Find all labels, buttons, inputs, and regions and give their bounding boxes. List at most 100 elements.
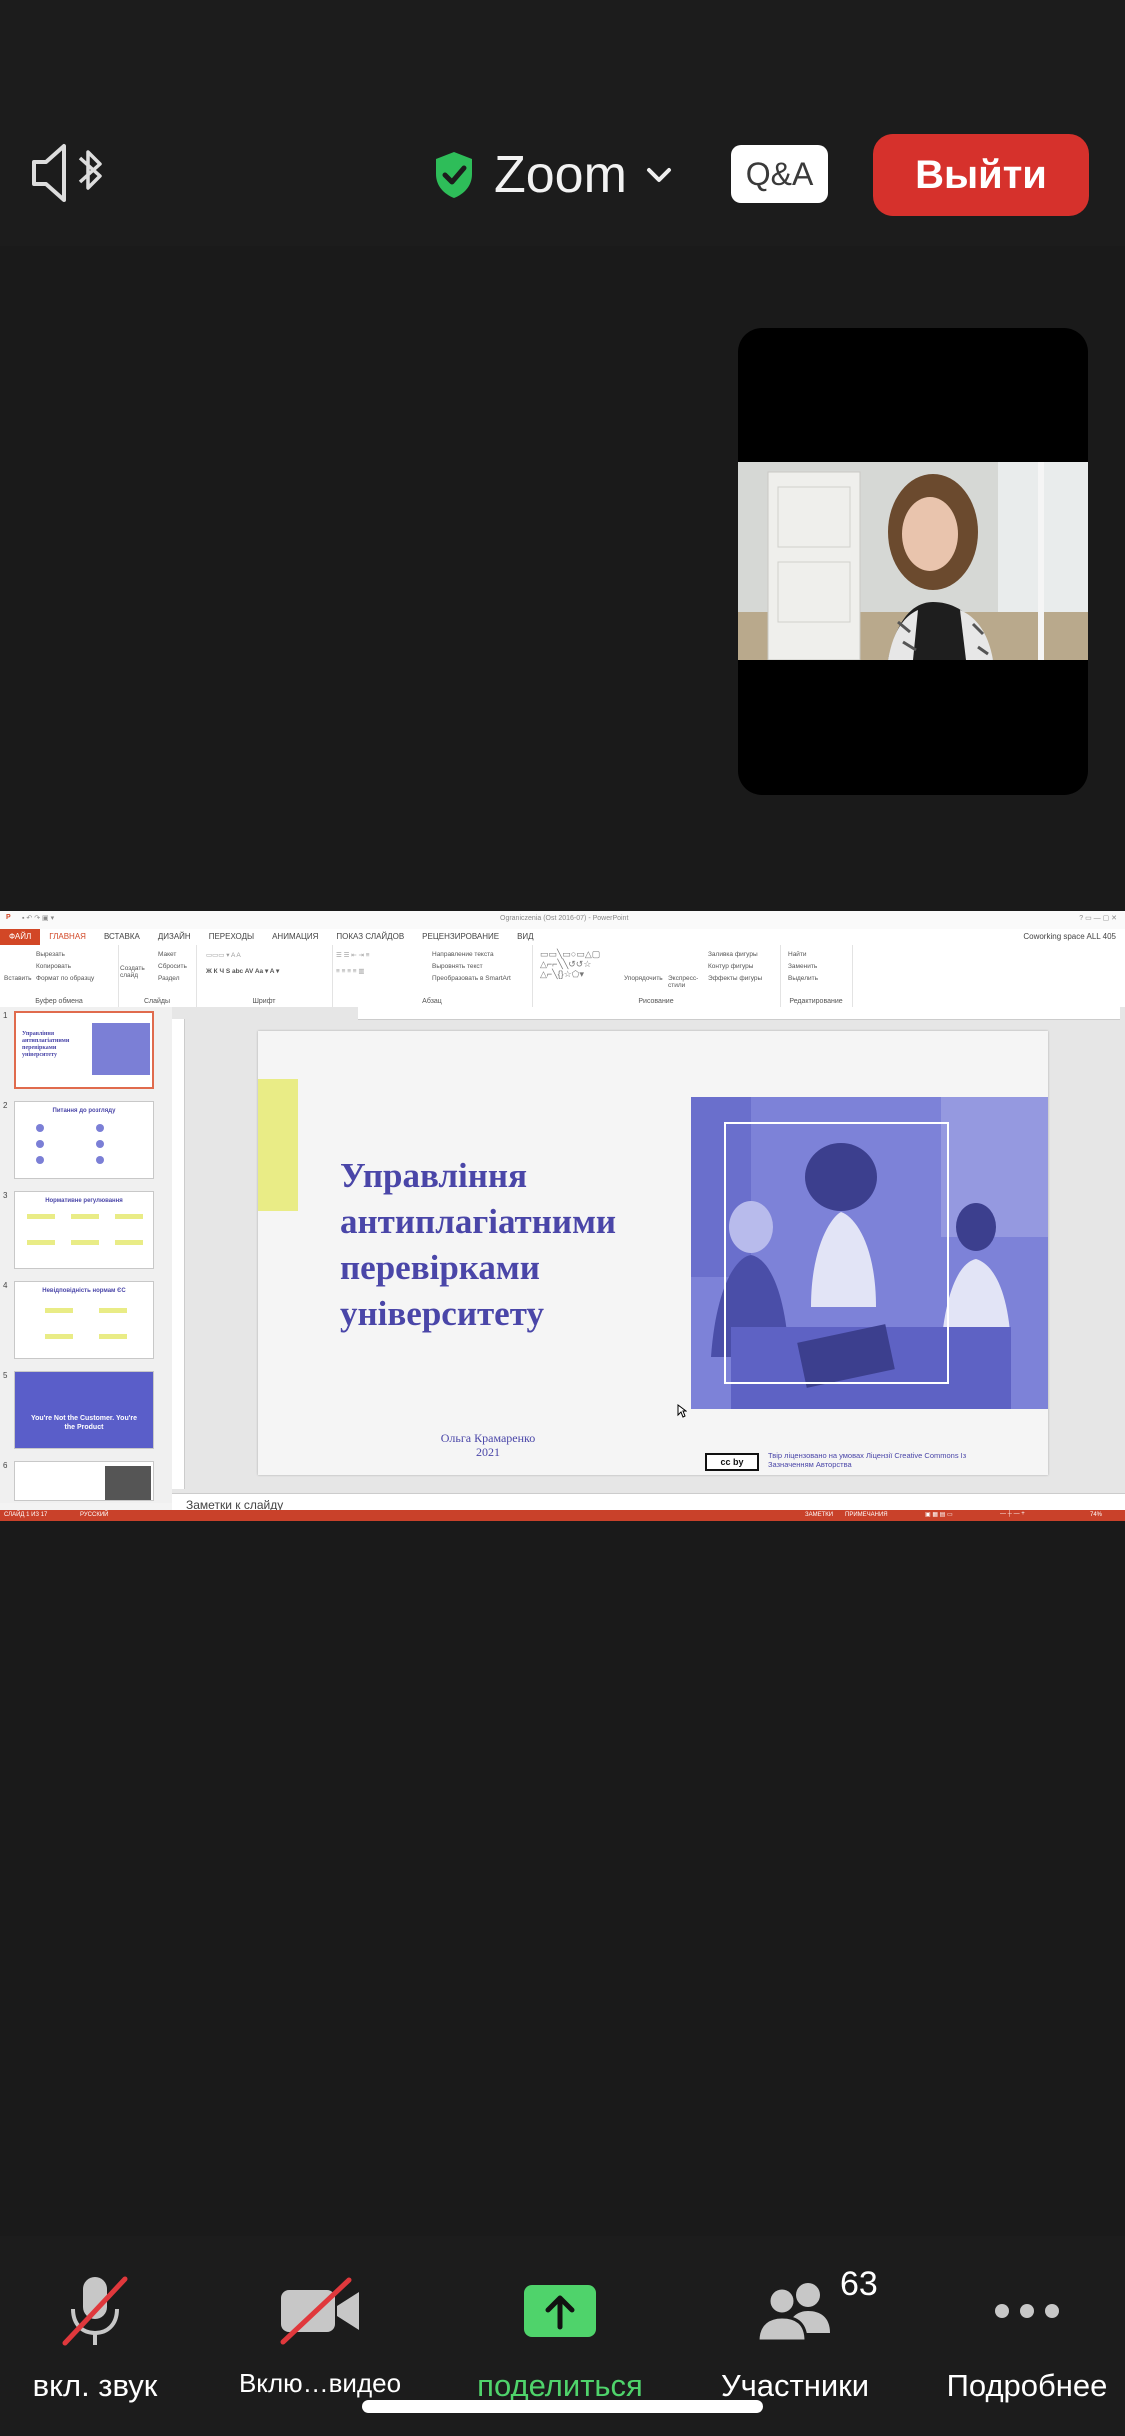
slide-thumbnail-6[interactable]: [14, 1461, 154, 1501]
cut-button[interactable]: Вырезать: [36, 951, 65, 958]
select-button[interactable]: Выделить: [788, 975, 818, 982]
ribbon-tabs: ФАЙЛ ГЛАВНАЯ ВСТАВКА ДИЗАЙН ПЕРЕХОДЫ АНИ…: [0, 929, 1125, 946]
home-indicator[interactable]: [362, 2400, 763, 2413]
participant-video-tile[interactable]: [738, 328, 1088, 795]
layout-button[interactable]: Макет: [158, 951, 176, 958]
drawing-group-label: Рисование: [638, 998, 674, 1005]
start-video-label: Вклю…видео: [238, 2368, 402, 2398]
participants-icon: [756, 2283, 830, 2343]
quick-styles-button[interactable]: Экспресс-стили: [668, 975, 704, 989]
paste-button[interactable]: Вставить: [4, 975, 32, 982]
shape-fill-button[interactable]: Заливка фигуры: [708, 951, 758, 958]
slides-group-label: Слайды: [143, 998, 171, 1005]
tab-review[interactable]: РЕЦЕНЗИРОВАНИЕ: [413, 929, 508, 945]
clipboard-group-label: Буфер обмена: [35, 998, 83, 1005]
thumb-number: 5: [3, 1371, 8, 1380]
tab-design[interactable]: ДИЗАЙН: [149, 929, 200, 945]
start-video-button[interactable]: Вклю…видео: [210, 2266, 430, 2399]
thumb-photo: [92, 1023, 150, 1075]
powerpoint-logo-icon: P: [6, 914, 11, 921]
author-name: Ольга Крамаренко: [440, 1431, 536, 1445]
view-buttons[interactable]: ▣ ▦ ▤ ▭: [925, 1511, 953, 1518]
chevron-down-icon: [646, 168, 671, 182]
list-buttons[interactable]: ☰ ☰ ⇤ ⇥ ≡: [336, 951, 370, 959]
slide-thumbnail-1[interactable]: Управління антиплагіатними перевірками у…: [14, 1011, 154, 1089]
paragraph-group-label: Абзац: [422, 998, 442, 1005]
text-direction-button[interactable]: Направление текста: [432, 951, 494, 958]
slide-thumbnail-3[interactable]: Нормативне регулювання: [14, 1191, 154, 1269]
thumb-number: 1: [3, 1011, 8, 1020]
slides-group: Создать слайд Макет Сбросить Раздел Слай…: [118, 945, 197, 1007]
thumb-number: 2: [3, 1101, 8, 1110]
thumb-number: 6: [3, 1461, 8, 1470]
pp-title-bar: P ▪ ↶ ↷ ▣ ▾ Ograniczenia (Ost 2016-07) -…: [0, 911, 1125, 929]
tab-file[interactable]: ФАЙЛ: [0, 929, 41, 945]
meeting-title: Zoom: [494, 146, 627, 204]
arrange-button[interactable]: Упорядочить: [624, 975, 663, 982]
mouse-cursor-icon: [677, 1404, 687, 1418]
font-group: ▭▭▭ ▾ A A Ж К Ч S abc AV Aa ▾ A ▾ Шрифт: [196, 945, 333, 1007]
slide-author[interactable]: Ольга Крамаренко 2021: [408, 1431, 568, 1459]
unmute-button[interactable]: вкл. звук: [0, 2266, 205, 2404]
thumb-title: You're Not the Customer. You're the Prod…: [30, 1415, 137, 1431]
tab-animation[interactable]: АНИМАЦИЯ: [263, 929, 327, 945]
language-indicator[interactable]: РУССКИЙ: [80, 1512, 108, 1518]
license-text[interactable]: Твір ліцензовано на умовах Ліцензії Crea…: [768, 1451, 1008, 1469]
new-slide-button[interactable]: Создать слайд: [120, 965, 146, 979]
meeting-title-dropdown[interactable]: Zoom: [432, 140, 673, 210]
replace-button[interactable]: Заменить: [788, 963, 817, 970]
shape-outline-button[interactable]: Контур фигуры: [708, 963, 753, 970]
thumb-title: Управління антиплагіатними перевірками у…: [22, 1031, 70, 1058]
comments-toggle[interactable]: ПРИМЕЧАНИЯ: [845, 1512, 888, 1518]
font-style-buttons[interactable]: Ж К Ч S abc AV Aa ▾ A ▾: [206, 967, 279, 975]
share-screen-button[interactable]: поделиться: [450, 2266, 670, 2404]
font-controls[interactable]: ▭▭▭ ▾ A A: [206, 951, 241, 959]
shield-check-icon: [436, 152, 472, 198]
slide-thumbnail-5[interactable]: You're Not the Customer. You're the Prod…: [14, 1371, 154, 1449]
current-slide[interactable]: Управління антиплагіатними перевірками у…: [258, 1031, 1048, 1475]
align-buttons[interactable]: ≡ ≡ ≡ ≡ ▥: [336, 967, 365, 975]
slide-photo[interactable]: [691, 1097, 1048, 1409]
vertical-ruler: [172, 1019, 185, 1489]
author-year: 2021: [476, 1445, 500, 1459]
more-button[interactable]: Подробнее: [917, 2266, 1125, 2404]
tab-insert[interactable]: ВСТАВКА: [95, 929, 149, 945]
window-controls[interactable]: ? ▭ — ▢ ✕: [1079, 914, 1117, 922]
notes-toggle[interactable]: ЗАМЕТКИ: [805, 1512, 833, 1518]
section-button[interactable]: Раздел: [158, 975, 179, 982]
find-button[interactable]: Найти: [788, 951, 807, 958]
slide-title[interactable]: Управління антиплагіатними перевірками у…: [340, 1153, 700, 1337]
ribbon: Вставить Вырезать Копировать Формат по о…: [0, 945, 1125, 1008]
smartart-button[interactable]: Преобразовать в SmartArt: [432, 975, 511, 982]
copy-button[interactable]: Копировать: [36, 963, 71, 970]
thumb-number: 3: [3, 1191, 8, 1200]
slide-thumbnail-4[interactable]: Невідповідність нормам ЄС: [14, 1281, 154, 1359]
slide-thumbnail-2[interactable]: Питання до розгляду: [14, 1101, 154, 1179]
slide-thumbnail-pane: 1 Управління антиплагіатними перевірками…: [0, 1007, 173, 1503]
shape-effects-button[interactable]: Эффекты фигуры: [708, 975, 762, 982]
zoom-slider[interactable]: — ┼ — +: [1000, 1511, 1025, 1517]
unmute-label: вкл. звук: [32, 2368, 158, 2403]
reset-button[interactable]: Сбросить: [158, 963, 187, 970]
accent-bar: [258, 1079, 298, 1211]
account-name[interactable]: Coworking space ALL 405: [1014, 929, 1125, 945]
audio-output-icon[interactable]: [30, 140, 110, 206]
shared-screen[interactable]: P ▪ ↶ ↷ ▣ ▾ Ograniczenia (Ost 2016-07) -…: [0, 911, 1125, 1521]
tab-view[interactable]: ВИД: [508, 929, 543, 945]
drawing-group: ▭▭╲▭○▭△▢ △⌐⌐╲╲↺↺☆ △⌐╲{}☆⬠▾ Упорядочить Э…: [532, 945, 781, 1007]
meeting-top-bar: Zoom Q&A Выйти: [0, 0, 1125, 246]
participant-video-frame: [738, 462, 1088, 660]
tab-transitions[interactable]: ПЕРЕХОДЫ: [200, 929, 263, 945]
qa-button[interactable]: Q&A: [731, 145, 828, 203]
tab-slideshow[interactable]: ПОКАЗ СЛАЙДОВ: [327, 929, 413, 945]
shapes-gallery[interactable]: ▭▭╲▭○▭△▢ △⌐⌐╲╲↺↺☆ △⌐╲{}☆⬠▾: [540, 949, 600, 979]
horizontal-ruler: [358, 1007, 1120, 1020]
creative-commons-badge: cc by: [705, 1453, 759, 1471]
video-camera-off-icon: [280, 2277, 359, 2345]
editing-group-label: Редактирование: [789, 998, 843, 1005]
align-text-button[interactable]: Выровнять текст: [432, 963, 483, 970]
leave-button[interactable]: Выйти: [873, 134, 1089, 216]
bluetooth-icon: [78, 150, 102, 190]
format-painter-button[interactable]: Формат по образцу: [36, 975, 94, 982]
tab-home[interactable]: ГЛАВНАЯ: [40, 929, 95, 945]
